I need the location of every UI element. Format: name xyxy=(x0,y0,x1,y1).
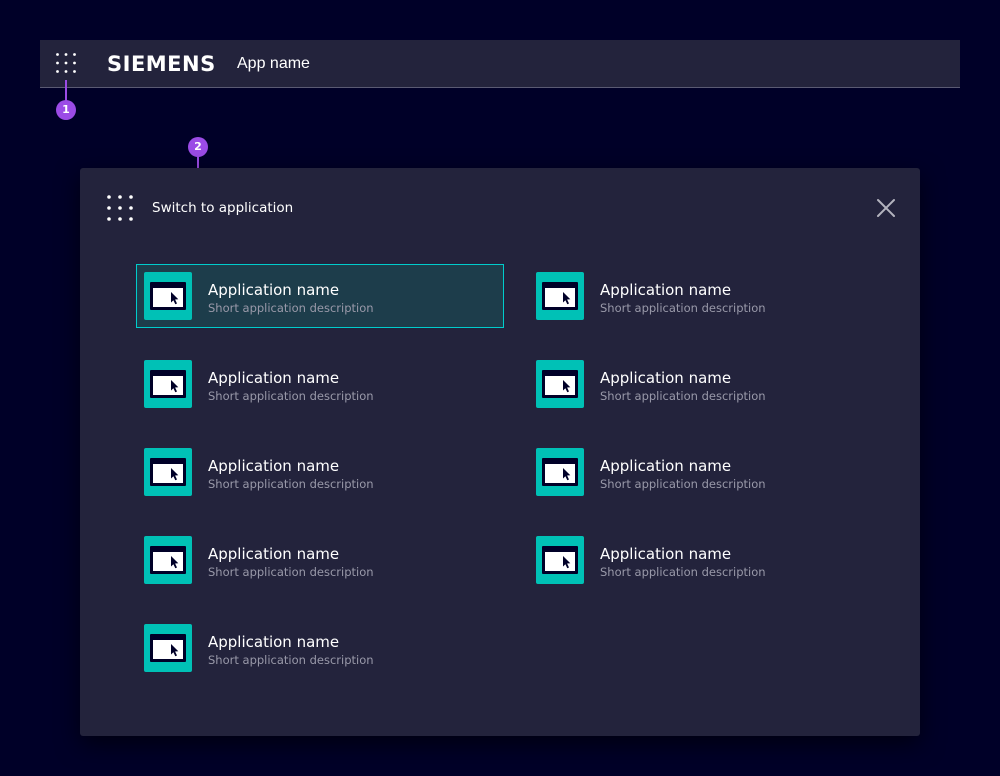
app-description: Short application description xyxy=(600,565,766,579)
app-tile xyxy=(144,536,192,584)
app-tile xyxy=(144,272,192,320)
app-name: Application name xyxy=(208,369,340,387)
close-icon xyxy=(877,199,895,217)
app-tile xyxy=(144,448,192,496)
app-window-cursor-icon xyxy=(542,370,578,398)
annotation-line-1 xyxy=(65,80,67,102)
app-description: Short application description xyxy=(208,301,374,315)
app-name: Application name xyxy=(208,281,340,299)
app-description: Short application description xyxy=(600,389,766,403)
app-window-cursor-icon xyxy=(150,634,186,662)
app-description: Short application description xyxy=(208,565,374,579)
app-tile xyxy=(536,360,584,408)
app-window-cursor-icon xyxy=(542,458,578,486)
grid-dots-icon xyxy=(56,53,76,73)
app-name: Application name xyxy=(600,369,732,387)
app-list-item[interactable]: Application name Short application descri… xyxy=(136,528,504,592)
app-name: Application name xyxy=(208,633,340,651)
app-tile xyxy=(144,624,192,672)
app-name: Application name xyxy=(208,457,340,475)
app-tile xyxy=(536,272,584,320)
app-list-item[interactable]: Application name Short application descri… xyxy=(528,352,896,416)
app-list-item[interactable]: Application name Short application descri… xyxy=(136,616,504,680)
grid-dots-icon xyxy=(107,195,133,221)
app-tile xyxy=(536,448,584,496)
panel-title: Switch to application xyxy=(152,200,294,216)
app-list-item[interactable]: Application name Short application descri… xyxy=(136,352,504,416)
app-list-item[interactable]: Application name Short application descri… xyxy=(528,440,896,504)
app-name: Application name xyxy=(600,457,732,475)
app-description: Short application description xyxy=(600,477,766,491)
app-name: Application name xyxy=(208,545,340,563)
app-tile xyxy=(536,536,584,584)
app-name: Application name xyxy=(600,281,732,299)
app-description: Short application description xyxy=(208,653,374,667)
app-launcher-button[interactable] xyxy=(52,49,80,77)
app-window-cursor-icon xyxy=(542,282,578,310)
close-button[interactable] xyxy=(876,198,896,218)
siemens-logo: SIEMENS xyxy=(107,52,216,76)
annotation-marker-2: 2 xyxy=(188,137,208,157)
app-window-cursor-icon xyxy=(542,546,578,574)
app-name-label: App name xyxy=(237,55,310,72)
app-list-item[interactable]: Application name Short application descri… xyxy=(528,528,896,592)
app-name: Application name xyxy=(600,545,732,563)
app-tile xyxy=(144,360,192,408)
app-switcher-panel: Switch to application Application name Sh… xyxy=(80,168,920,736)
app-list-item[interactable]: Application name Short application descri… xyxy=(136,264,504,328)
annotation-marker-1: 1 xyxy=(56,100,76,120)
app-description: Short application description xyxy=(208,477,374,491)
app-window-cursor-icon xyxy=(150,370,186,398)
panel-launcher-icon-wrapper xyxy=(106,194,134,222)
app-description: Short application description xyxy=(208,389,374,403)
app-window-cursor-icon xyxy=(150,458,186,486)
app-list-item[interactable]: Application name Short application descri… xyxy=(528,264,896,328)
app-description: Short application description xyxy=(600,301,766,315)
app-list-item[interactable]: Application name Short application descri… xyxy=(136,440,504,504)
app-header: SIEMENS App name xyxy=(40,40,960,88)
app-window-cursor-icon xyxy=(150,546,186,574)
app-window-cursor-icon xyxy=(150,282,186,310)
